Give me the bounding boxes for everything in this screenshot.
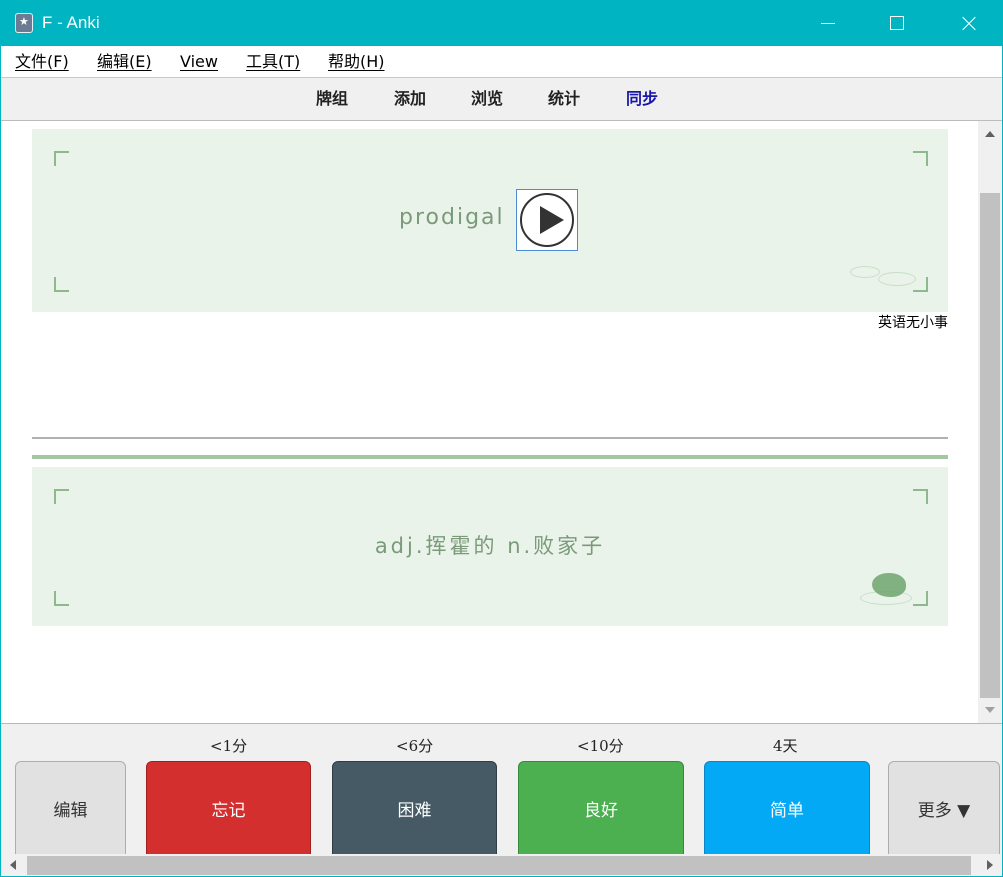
more-button[interactable]: 更多 ▼ bbox=[888, 761, 1000, 861]
again-button[interactable]: 忘记 bbox=[146, 761, 311, 861]
menu-file[interactable]: 文件(F) bbox=[15, 52, 69, 72]
corner-decoration bbox=[54, 277, 69, 292]
maximize-button[interactable] bbox=[874, 1, 920, 46]
toolbar-sync-link[interactable]: 同步 bbox=[626, 89, 658, 109]
minimize-button[interactable] bbox=[805, 1, 851, 46]
play-icon bbox=[520, 193, 574, 247]
toolbar-stats-link[interactable]: 统计 bbox=[548, 89, 580, 109]
easy-interval: 4天 bbox=[773, 737, 798, 755]
corner-decoration bbox=[54, 591, 69, 606]
back-meaning: adj.挥霍的 n.败家子 bbox=[374, 534, 606, 558]
answer-bar: <1分 <6分 <10分 4天 编辑 忘记 困难 良好 简单 更多 ▼ bbox=[1, 723, 1002, 861]
corner-decoration bbox=[54, 151, 69, 166]
card-front: prodigal bbox=[32, 129, 948, 312]
toolbar-decks-link[interactable]: 牌组 bbox=[316, 89, 348, 109]
anki-app-icon bbox=[15, 13, 33, 33]
hard-interval: <6分 bbox=[396, 737, 434, 755]
main-toolbar: 牌组 添加 浏览 统计 同步 bbox=[1, 78, 1002, 121]
menu-help[interactable]: 帮助(H) bbox=[328, 52, 385, 72]
scroll-right-arrow-icon[interactable] bbox=[987, 860, 993, 870]
corner-decoration bbox=[913, 591, 928, 606]
review-area: prodigal 英语无小事 adj.挥霍的 n.败家子 bbox=[1, 121, 978, 723]
ripple-decoration-icon bbox=[850, 266, 880, 278]
good-interval: <10分 bbox=[577, 737, 624, 755]
scroll-left-arrow-icon[interactable] bbox=[10, 860, 16, 870]
play-audio-button[interactable] bbox=[516, 189, 578, 251]
good-button[interactable]: 良好 bbox=[518, 761, 684, 861]
again-interval: <1分 bbox=[210, 737, 248, 755]
corner-decoration bbox=[913, 151, 928, 166]
vertical-scroll-thumb[interactable] bbox=[980, 193, 1000, 698]
vertical-scrollbar[interactable] bbox=[978, 121, 1002, 723]
menu-edit[interactable]: 编辑(E) bbox=[97, 52, 152, 72]
horizontal-scrollbar[interactable] bbox=[1, 854, 1002, 876]
edit-button[interactable]: 编辑 bbox=[15, 761, 126, 861]
window-title: F - Anki bbox=[42, 13, 100, 32]
front-word: prodigal bbox=[399, 205, 505, 230]
lotus-leaf-icon bbox=[872, 573, 906, 597]
easy-button[interactable]: 简单 bbox=[704, 761, 870, 861]
hard-button[interactable]: 困难 bbox=[332, 761, 497, 861]
card-source-label: 英语无小事 bbox=[878, 315, 948, 331]
play-triangle-icon bbox=[540, 206, 564, 234]
card-back: adj.挥霍的 n.败家子 bbox=[32, 467, 948, 626]
horizontal-scroll-thumb[interactable] bbox=[27, 856, 971, 875]
corner-decoration bbox=[54, 489, 69, 504]
anki-window: F - Anki 文件(F) 编辑(E) View 工具(T) 帮助(H) 牌组… bbox=[0, 0, 1003, 877]
answer-divider bbox=[32, 437, 948, 439]
title-bar: F - Anki bbox=[1, 1, 1002, 46]
green-divider bbox=[32, 455, 948, 459]
toolbar-add-link[interactable]: 添加 bbox=[394, 89, 426, 109]
toolbar-browse-link[interactable]: 浏览 bbox=[471, 89, 503, 109]
corner-decoration bbox=[913, 489, 928, 504]
menu-bar: 文件(F) 编辑(E) View 工具(T) 帮助(H) bbox=[1, 46, 1002, 78]
close-button[interactable] bbox=[945, 1, 991, 46]
scroll-up-arrow-icon[interactable] bbox=[985, 131, 995, 137]
ripple-decoration-icon bbox=[878, 272, 916, 286]
menu-tools[interactable]: 工具(T) bbox=[246, 52, 300, 72]
menu-view[interactable]: View bbox=[180, 52, 218, 72]
scroll-down-arrow-icon[interactable] bbox=[985, 707, 995, 713]
